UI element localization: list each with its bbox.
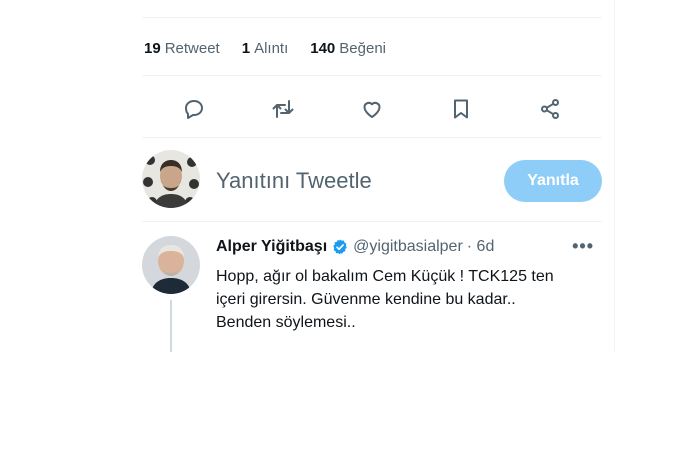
author-name[interactable]: Alper Yiğitbaşı (216, 238, 327, 256)
tweet-text-line: Benden söylemesi.. (216, 314, 356, 331)
reply-icon (185, 100, 204, 119)
quote-count-label: Alıntı (254, 40, 289, 57)
more-options-icon[interactable]: ••• (572, 236, 594, 257)
retweet-count-value: 19 (144, 40, 161, 57)
reply-composer: Yanıtını Tweetle Yanıtla (142, 150, 602, 210)
reply-button[interactable] (174, 89, 214, 129)
heart-icon (363, 101, 381, 118)
share-icon (540, 99, 559, 119)
quote-count-value: 1 (241, 40, 251, 57)
share-button[interactable] (530, 89, 570, 129)
tweet-text-line: Hopp, ağır ol bakalım Cem Küçük ! TCK125… (216, 268, 554, 285)
avatar[interactable] (142, 150, 200, 208)
like-button[interactable] (352, 89, 392, 129)
like-count-value: 140 (310, 40, 336, 57)
reply-tweet[interactable]: Alper Yiğitbaşı @yigitbasialper · 6d •••… (142, 234, 602, 352)
reply-submit-button[interactable]: Yanıtla (504, 160, 602, 202)
quote-count[interactable]: 1 Alıntı (242, 40, 289, 57)
retweet-count-label: Retweet (164, 40, 220, 57)
retweet-icon (272, 100, 294, 118)
like-count-label: Beğeni (339, 40, 386, 57)
bookmark-icon (453, 99, 468, 119)
author-handle[interactable]: @yigitbasialper (353, 238, 463, 256)
divider (142, 221, 602, 222)
reply-input[interactable]: Yanıtını Tweetle (216, 168, 372, 194)
avatar[interactable] (142, 236, 200, 294)
timestamp[interactable]: · 6d (467, 238, 495, 256)
like-count[interactable]: 140 Beğeni (310, 40, 386, 57)
tweet-stats: 19 Retweet 1 Alıntı 140 Beğeni (144, 40, 386, 57)
divider (142, 75, 602, 76)
retweet-count[interactable]: 19 Retweet (144, 40, 220, 57)
divider (142, 137, 602, 138)
divider (142, 17, 602, 18)
bookmark-button[interactable] (441, 89, 481, 129)
tweet-text: Hopp, ağır ol bakalım Cem Küçük ! TCK125… (216, 265, 596, 334)
verified-badge-icon (333, 239, 347, 255)
retweet-button[interactable] (263, 89, 303, 129)
tweet-action-bar (130, 86, 614, 132)
thread-line (170, 300, 172, 352)
reply-header: Alper Yiğitbaşı @yigitbasialper · 6d (216, 238, 494, 256)
tweet-text-line: içeri girersin. Güvenme kendine bu kadar… (216, 291, 516, 308)
tweet-detail-panel: 19 Retweet 1 Alıntı 140 Beğeni Yanıtını … (130, 0, 615, 352)
